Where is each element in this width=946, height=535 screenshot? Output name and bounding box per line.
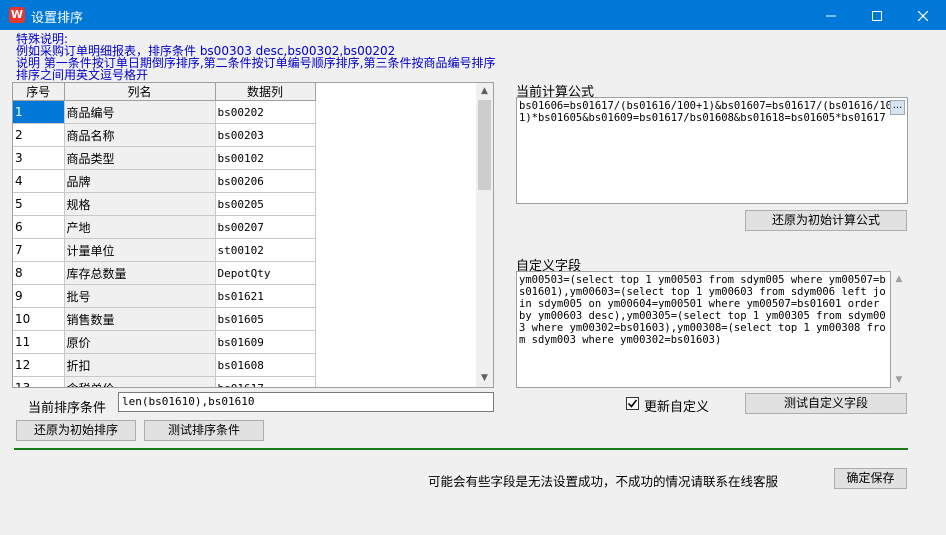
row-index-cell[interactable]: 4 [13, 169, 65, 193]
save-button[interactable]: 确定保存 [834, 468, 907, 489]
divider-line [14, 448, 908, 450]
row-column-name-cell[interactable]: 折扣 [64, 353, 216, 377]
row-index-cell[interactable]: 13 [13, 376, 65, 387]
row-column-name-cell[interactable]: 商品名称 [64, 123, 216, 147]
row-data-column-cell[interactable]: bs01605 [215, 307, 316, 331]
table-row[interactable]: 9 批号 bs01621 [13, 284, 316, 308]
minimize-icon [826, 15, 836, 16]
table-row[interactable]: 7 计量单位 st00102 [13, 238, 316, 262]
custom-field-textarea[interactable]: ym00503=(select top 1 ym00503 from sdym0… [516, 271, 891, 388]
row-data-column-cell[interactable]: bs01608 [215, 353, 316, 377]
scroll-thumb[interactable] [478, 100, 491, 190]
row-index-cell[interactable]: 8 [13, 261, 65, 285]
close-button[interactable] [900, 0, 946, 30]
row-data-column-cell[interactable]: st00102 [215, 238, 316, 262]
row-index-cell[interactable]: 3 [13, 146, 65, 170]
footer-message: 可能会有些字段是无法设置成功，不成功的情况请联系在线客服 [428, 474, 779, 489]
row-column-name-cell[interactable]: 库存总数量 [64, 261, 216, 285]
row-data-column-cell[interactable]: bs00102 [215, 146, 316, 170]
row-column-name-cell[interactable]: 含税单价 [64, 376, 216, 387]
checkmark-icon [627, 399, 638, 408]
reset-formula-button[interactable]: 还原为初始计算公式 [745, 210, 907, 231]
minimize-button[interactable] [808, 0, 854, 30]
row-index-cell[interactable]: 7 [13, 238, 65, 262]
title-bar: W 设置排序 [0, 0, 946, 30]
header-data-column[interactable]: 数据列 [215, 83, 316, 101]
row-index-cell[interactable]: 12 [13, 353, 65, 377]
maximize-button[interactable] [854, 0, 900, 30]
table-row[interactable]: 5 规格 bs00205 [13, 192, 316, 216]
row-index-cell[interactable]: 6 [13, 215, 65, 239]
scroll-down-icon[interactable]: ▼ [476, 370, 493, 387]
row-index-cell[interactable]: 10 [13, 307, 65, 331]
window-title: 设置排序 [31, 11, 84, 26]
table-row[interactable]: 2 商品名称 bs00203 [13, 123, 316, 147]
row-column-name-cell[interactable]: 商品类型 [64, 146, 216, 170]
table-row[interactable]: 4 品牌 bs00206 [13, 169, 316, 193]
row-index-cell[interactable]: 1 [13, 100, 65, 124]
table-row[interactable]: 3 商品类型 bs00102 [13, 146, 316, 170]
header-index[interactable]: 序号 [13, 83, 65, 101]
table-row[interactable]: 10 销售数量 bs01605 [13, 307, 316, 331]
sort-condition-label: 当前排序条件 [28, 401, 107, 416]
sort-condition-input[interactable]: len(bs01610),bs01610 [118, 392, 494, 412]
row-column-name-cell[interactable]: 计量单位 [64, 238, 216, 262]
row-index-cell[interactable]: 5 [13, 192, 65, 216]
maximize-icon [872, 10, 882, 21]
row-column-name-cell[interactable]: 批号 [64, 284, 216, 308]
row-column-name-cell[interactable]: 原价 [64, 330, 216, 354]
column-grid[interactable]: 序号 列名 数据列 1 商品编号 bs00202 2 商品名称 bs00203 3 商品类型 b… [12, 82, 494, 388]
test-custom-field-button[interactable]: 测试自定义字段 [745, 393, 907, 414]
row-data-column-cell[interactable]: bs00203 [215, 123, 316, 147]
update-custom-label[interactable]: 更新自定义 [644, 396, 709, 415]
row-data-column-cell[interactable]: bs01617 [215, 376, 316, 387]
row-column-name-cell[interactable]: 品牌 [64, 169, 216, 193]
header-column-name[interactable]: 列名 [64, 83, 216, 101]
row-column-name-cell[interactable]: 产地 [64, 215, 216, 239]
row-data-column-cell[interactable]: bs00205 [215, 192, 316, 216]
table-row[interactable]: 1 商品编号 bs00202 [13, 100, 316, 124]
grid-scrollbar[interactable]: ▲ ▼ [476, 83, 493, 387]
table-row[interactable]: 11 原价 bs01609 [13, 330, 316, 354]
row-data-column-cell[interactable]: bs01609 [215, 330, 316, 354]
row-data-column-cell[interactable]: bs00207 [215, 215, 316, 239]
row-index-cell[interactable]: 11 [13, 330, 65, 354]
custom-field-scrollbar[interactable]: ▲ ▼ [891, 271, 907, 388]
reset-sort-button[interactable]: 还原为初始排序 [16, 420, 136, 441]
table-row[interactable]: 8 库存总数量 DepotQty [13, 261, 316, 285]
table-row[interactable]: 13含税单价bs01617 [13, 376, 316, 387]
table-row[interactable]: 12 折扣 bs01608 [13, 353, 316, 377]
row-index-cell[interactable]: 2 [13, 123, 65, 147]
table-row[interactable]: 6 产地 bs00207 [13, 215, 316, 239]
scroll-up-icon[interactable]: ▲ [476, 83, 493, 100]
grid-header-row: 序号 列名 数据列 [13, 83, 316, 101]
row-data-column-cell[interactable]: bs00206 [215, 169, 316, 193]
row-index-cell[interactable]: 9 [13, 284, 65, 308]
row-column-name-cell[interactable]: 规格 [64, 192, 216, 216]
row-data-column-cell[interactable]: DepotQty [215, 261, 316, 285]
close-icon [917, 10, 929, 21]
note-separator: 排序之间用英文逗号格开 [16, 68, 149, 82]
custom-scroll-down-icon[interactable]: ▼ [891, 372, 907, 388]
column-table: 序号 列名 数据列 1 商品编号 bs00202 2 商品名称 bs00203 3 商品类型 b… [13, 83, 316, 387]
row-column-name-cell[interactable]: 销售数量 [64, 307, 216, 331]
update-custom-checkbox[interactable] [626, 397, 639, 410]
row-column-name-cell[interactable]: 商品编号 [64, 100, 216, 124]
row-data-column-cell[interactable]: bs00202 [215, 100, 316, 124]
formula-ellipsis-button[interactable]: ... [890, 100, 905, 115]
row-data-column-cell[interactable]: bs01621 [215, 284, 316, 308]
formula-textarea[interactable]: bs01606=bs01617/(bs01616/100+1)&bs01607=… [516, 97, 908, 204]
custom-scroll-up-icon[interactable]: ▲ [891, 271, 907, 287]
app-logo-icon: W [9, 7, 25, 23]
test-sort-button[interactable]: 测试排序条件 [144, 420, 264, 441]
